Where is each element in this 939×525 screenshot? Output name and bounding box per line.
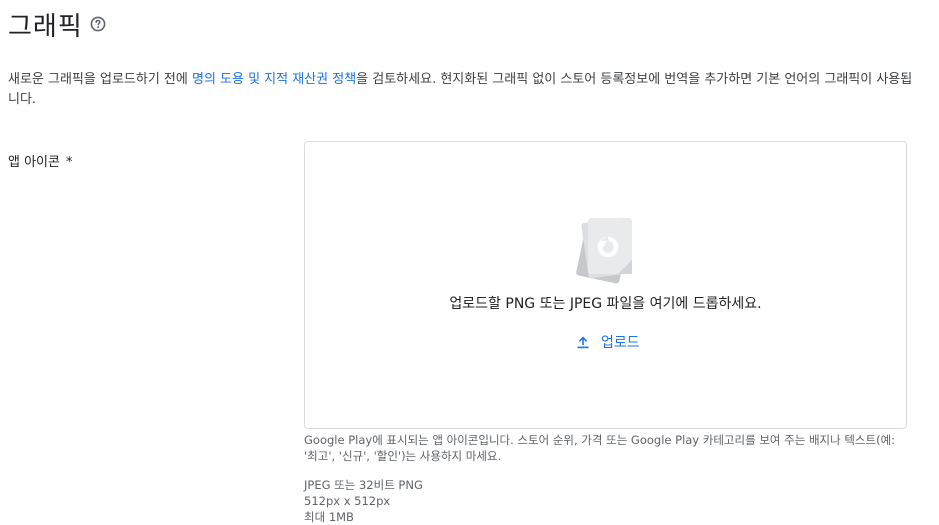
app-icon-help-text: Google Play에 표시되는 앱 아이콘입니다. 스토어 순위, 가격 또… — [304, 433, 896, 463]
graphics-page: 그래픽 새로운 그래픽을 업로드하기 전에 명의 도용 및 지적 재산권 정책을… — [0, 0, 939, 525]
help-circle-icon[interactable] — [90, 16, 106, 32]
intro-text-before-link: 새로운 그래픽을 업로드하기 전에 — [8, 72, 192, 87]
upload-button[interactable]: 업로드 — [567, 328, 648, 356]
upload-icon — [575, 334, 591, 350]
app-icon-label: 앱 아이콘 * — [8, 154, 72, 172]
page-title: 그래픽 — [8, 11, 83, 42]
spec-dimensions: 512px x 512px — [304, 494, 391, 508]
intro-text: 새로운 그래픽을 업로드하기 전에 명의 도용 및 지적 재산권 정책을 검토하… — [8, 70, 918, 110]
spec-max-size: 최대 1MB — [304, 510, 354, 524]
dropzone-instruction: 업로드할 PNG 또는 JPEG 파일을 여기에 드롭하세요. — [449, 296, 762, 312]
required-marker: * — [65, 155, 73, 170]
app-icon-specs: JPEG 또는 32비트 PNG 512px x 512px 최대 1MB — [304, 477, 423, 525]
page-header: 그래픽 — [8, 6, 106, 42]
upload-button-label: 업로드 — [601, 335, 640, 351]
app-icon-dropzone[interactable]: 업로드할 PNG 또는 JPEG 파일을 여기에 드롭하세요. 업로드 — [304, 141, 907, 429]
spec-format: JPEG 또는 32비트 PNG — [304, 478, 423, 492]
ip-policy-link[interactable]: 명의 도용 및 지적 재산권 정책 — [192, 72, 356, 87]
image-file-stack-icon — [573, 212, 639, 286]
app-icon-label-text: 앱 아이콘 — [8, 155, 60, 170]
